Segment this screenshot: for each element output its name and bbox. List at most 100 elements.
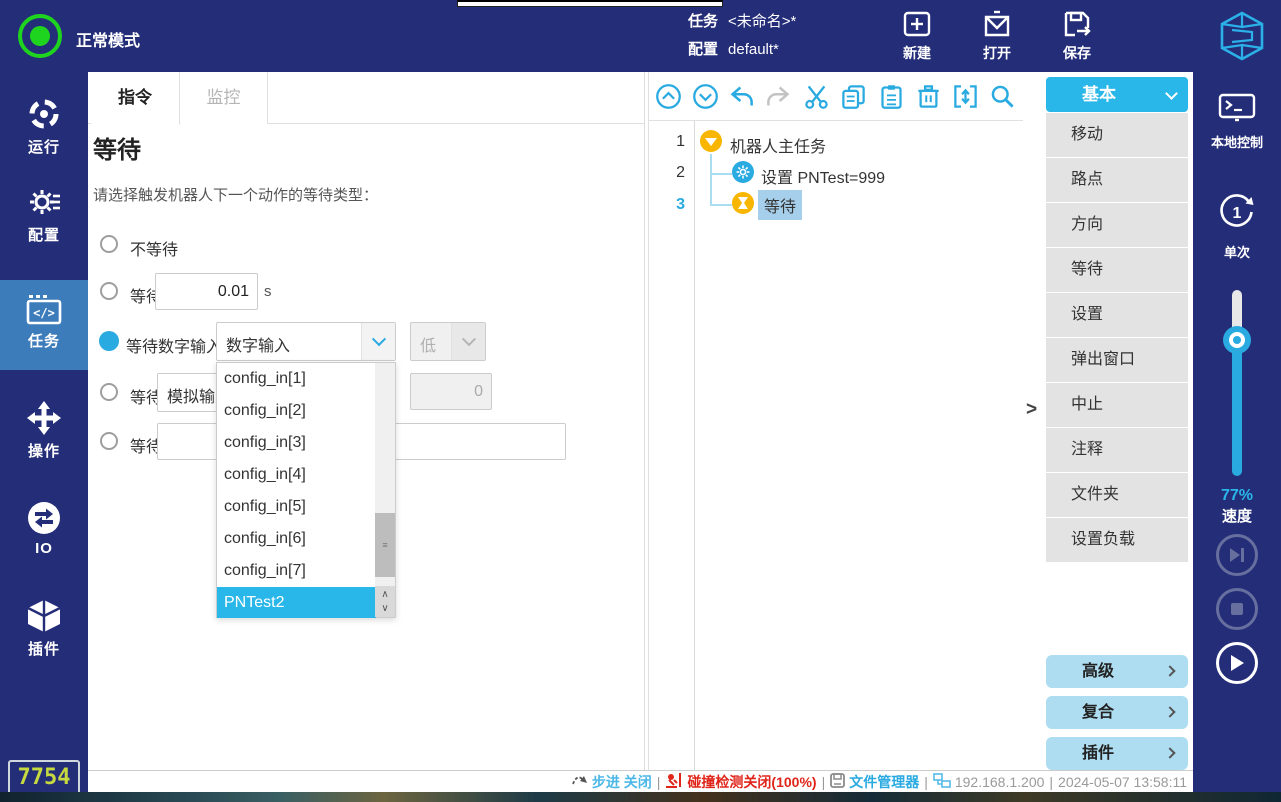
right-sidebar: 本地控制 1 单次 77% 速度 (1193, 72, 1281, 794)
radio-wait-expression[interactable] (100, 432, 118, 450)
step-mode-status[interactable]: 步进 关闭 (592, 772, 652, 792)
group-plugin[interactable]: 插件 (1046, 737, 1188, 770)
copy-button[interactable] (840, 83, 867, 110)
save-task-button[interactable]: 保存 (1045, 8, 1109, 63)
sidebar-item-operate[interactable]: 操作 (0, 394, 88, 482)
sidebar-item-plugin[interactable]: 插件 (0, 592, 88, 680)
sidebar-item-config[interactable]: 配置 (0, 178, 88, 266)
tree-row-main-task[interactable]: 机器人主任务 (730, 133, 826, 157)
new-file-icon (901, 8, 933, 40)
cube-icon (25, 598, 63, 634)
svg-text:</>: </> (33, 306, 55, 320)
instruction-waypoint[interactable]: 路点 (1046, 158, 1188, 202)
wait-time-unit: s (264, 283, 272, 300)
radio-no-wait[interactable] (100, 235, 118, 253)
tree-toolbar (649, 72, 1023, 121)
sidebar-item-task[interactable]: </> 任务 (0, 280, 88, 370)
dropdown-option[interactable]: config_in[6] (217, 523, 376, 555)
tree-connector (710, 173, 732, 175)
set-node-icon[interactable] (732, 161, 754, 183)
expand-node-icon[interactable] (700, 130, 722, 152)
analog-threshold-input[interactable] (410, 373, 492, 410)
system-datetime: 2024-05-07 13:58:11 (1058, 774, 1187, 790)
instruction-folder[interactable]: 文件夹 (1046, 473, 1188, 517)
play-button[interactable] (1216, 642, 1258, 684)
redo-button[interactable] (765, 83, 792, 110)
dropdown-option[interactable]: config_in[4] (217, 459, 376, 491)
dropdown-scrollbar[interactable]: ≡ (375, 363, 395, 587)
wait-time-input[interactable] (155, 273, 258, 310)
network-icon (933, 773, 951, 791)
radio-wait-digital[interactable] (99, 331, 119, 351)
panel-collapse-handle[interactable]: > (1026, 399, 1037, 421)
spin-up-icon[interactable]: ∧ (381, 588, 388, 602)
tab-command[interactable]: 指令 (91, 72, 180, 125)
collision-detection-status[interactable]: 碰撞检测关闭(100%) (687, 772, 816, 792)
speed-slider-knob[interactable] (1223, 326, 1251, 354)
digital-input-select[interactable]: 数字输入 (216, 322, 396, 361)
dropdown-option-highlighted[interactable]: PNTest2 (217, 587, 376, 618)
search-button[interactable] (989, 83, 1016, 110)
cut-button[interactable] (803, 83, 830, 110)
speed-label: 速度 (1193, 505, 1281, 526)
instruction-set-payload[interactable]: 设置负载 (1046, 518, 1188, 562)
dropdown-option[interactable]: config_in[3] (217, 427, 376, 459)
terminal-icon (1217, 92, 1257, 124)
gear-icon (26, 184, 62, 220)
chevron-down-icon (461, 332, 475, 346)
group-advanced[interactable]: 高级 (1046, 655, 1188, 688)
instruction-direction[interactable]: 方向 (1046, 203, 1188, 247)
radio-wait-time[interactable] (100, 282, 118, 300)
sidebar-item-io[interactable]: IO (0, 494, 88, 582)
dropdown-option[interactable]: config_in[2] (217, 395, 376, 427)
spin-down-icon[interactable]: ∨ (381, 602, 388, 616)
tab-monitor[interactable]: 监控 (180, 72, 268, 124)
radio-wait-digital-label: 等待数字输入 (126, 333, 222, 357)
paste-button[interactable] (878, 83, 905, 110)
local-control-button[interactable]: 本地控制 (1193, 92, 1281, 151)
open-task-label: 打开 (965, 43, 1029, 63)
move-down-button[interactable] (692, 83, 719, 110)
step-mode-icon (572, 773, 588, 790)
tree-row-set-pntest[interactable]: 设置 PNTest=999 (761, 164, 885, 188)
delete-button[interactable] (915, 83, 942, 110)
instruction-set[interactable]: 设置 (1046, 293, 1188, 337)
new-task-button[interactable]: 新建 (885, 8, 949, 63)
stop-button[interactable] (1216, 588, 1258, 630)
group-basic-header[interactable]: 基本 (1046, 77, 1188, 112)
instruction-wait[interactable]: 等待 (1046, 248, 1188, 292)
dropdown-option[interactable]: config_in[7] (217, 555, 376, 587)
separator: | (924, 774, 928, 790)
svg-text:1: 1 (1233, 205, 1242, 222)
dropdown-arrow-area[interactable] (361, 323, 395, 360)
sidebar-item-run[interactable]: 运行 (0, 90, 88, 178)
instruction-abort[interactable]: 中止 (1046, 383, 1188, 427)
tree-row-wait-selected[interactable]: 等待 (758, 190, 802, 220)
robot-status-light-icon[interactable] (18, 14, 62, 58)
step-to-end-button[interactable] (1216, 534, 1258, 576)
line-number-gutter (649, 121, 695, 770)
open-task-button[interactable]: 打开 (965, 8, 1029, 63)
page-title: 等待 (93, 130, 141, 165)
dropdown-option[interactable]: config_in[5] (217, 491, 376, 523)
instruction-move[interactable]: 移动 (1046, 113, 1188, 157)
instruction-comment[interactable]: 注释 (1046, 428, 1188, 472)
dropdown-spin-buttons[interactable]: ∧∨ (375, 586, 395, 617)
form-tabs: 指令 监控 (88, 72, 645, 124)
speed-percent: 77% (1193, 487, 1281, 505)
code-window-icon: </> (25, 294, 63, 326)
mode-label: 正常模式 (76, 27, 140, 51)
insert-button[interactable] (952, 83, 979, 110)
signal-level-select[interactable]: 低 (410, 322, 486, 361)
single-run-button[interactable]: 1 单次 (1193, 190, 1281, 261)
radio-wait-analog[interactable] (100, 383, 118, 401)
move-up-button[interactable] (655, 83, 682, 110)
scrollbar-thumb[interactable]: ≡ (375, 513, 395, 577)
wait-node-icon[interactable] (732, 192, 754, 214)
dropdown-option[interactable]: config_in[1] (217, 363, 376, 395)
instruction-popup[interactable]: 弹出窗口 (1046, 338, 1188, 382)
group-composite[interactable]: 复合 (1046, 696, 1188, 729)
undo-button[interactable] (728, 83, 755, 110)
play-icon (1229, 654, 1245, 672)
file-manager-link[interactable]: 文件管理器 (849, 772, 919, 792)
